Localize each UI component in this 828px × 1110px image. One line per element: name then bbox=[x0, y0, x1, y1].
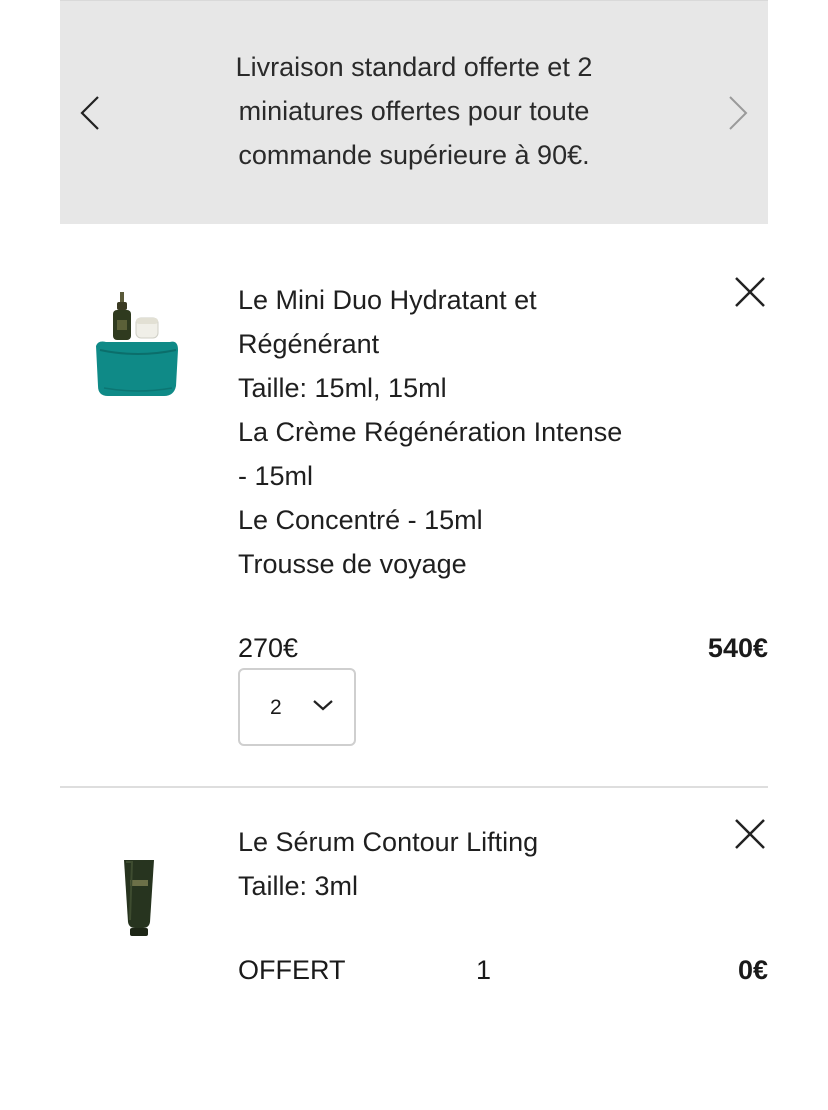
quantity-value: 2 bbox=[270, 696, 282, 719]
close-icon bbox=[735, 277, 765, 307]
promo-line-3: commande supérieure à 90€. bbox=[238, 140, 590, 170]
product-details-mini-duo: Le Mini Duo Hydratant et Régénérant Tail… bbox=[238, 278, 688, 586]
promo-line-2: miniatures offertes pour toute bbox=[238, 96, 590, 126]
promo-banner-text: Livraison standard offerte et 2 miniatur… bbox=[180, 45, 648, 177]
promo-banner: Livraison standard offerte et 2 miniatur… bbox=[60, 0, 768, 224]
promo-line-1: Livraison standard offerte et 2 bbox=[235, 52, 593, 82]
free-gift-label: OFFERT bbox=[238, 955, 346, 985]
product-content-4: Trousse de voyage bbox=[238, 549, 467, 579]
remove-item-button[interactable] bbox=[732, 274, 768, 310]
quantity-select[interactable]: 2 bbox=[238, 668, 356, 746]
product-name-line-1[interactable]: Le Sérum Contour Lifting bbox=[238, 820, 688, 864]
chevron-down-icon bbox=[313, 700, 333, 711]
line-total-price: 540€ bbox=[707, 633, 768, 663]
close-icon bbox=[735, 819, 765, 849]
product-content-2: - 15ml bbox=[238, 461, 314, 491]
cart-item-mini-duo: Le Mini Duo Hydratant et Régénérant Tail… bbox=[60, 224, 768, 788]
cart-page: Livraison standard offerte et 2 miniatur… bbox=[0, 0, 828, 1110]
chevron-left-icon bbox=[80, 96, 99, 130]
product-content-3: Le Concentré - 15ml bbox=[238, 505, 483, 535]
quantity-value: 1 bbox=[476, 955, 492, 985]
product-details-serum: Le Sérum Contour Lifting Taille: 3ml bbox=[238, 820, 688, 908]
product-image-mini-duo[interactable] bbox=[92, 288, 192, 408]
banner-next-button[interactable] bbox=[718, 93, 758, 133]
product-size: Taille: 15ml, 15ml bbox=[238, 373, 447, 403]
unit-price: 270€ bbox=[238, 633, 299, 663]
product-size: Taille: 3ml bbox=[238, 871, 359, 901]
product-content-1: La Crème Régénération Intense bbox=[238, 417, 623, 447]
remove-item-button[interactable] bbox=[732, 816, 768, 852]
product-image-serum[interactable] bbox=[92, 846, 192, 966]
cart-item-serum: Le Sérum Contour Lifting Taille: 3ml OFF… bbox=[60, 790, 768, 1090]
line-total-price: 0€ bbox=[737, 955, 768, 985]
chevron-right-icon bbox=[729, 96, 748, 130]
banner-prev-button[interactable] bbox=[72, 93, 112, 133]
product-name-line-2[interactable]: Régénérant bbox=[238, 322, 688, 366]
serum-tube-image bbox=[124, 860, 154, 936]
skincare-duo-kit-image bbox=[96, 292, 178, 396]
product-name-line-1[interactable]: Le Mini Duo Hydratant et bbox=[238, 278, 688, 322]
